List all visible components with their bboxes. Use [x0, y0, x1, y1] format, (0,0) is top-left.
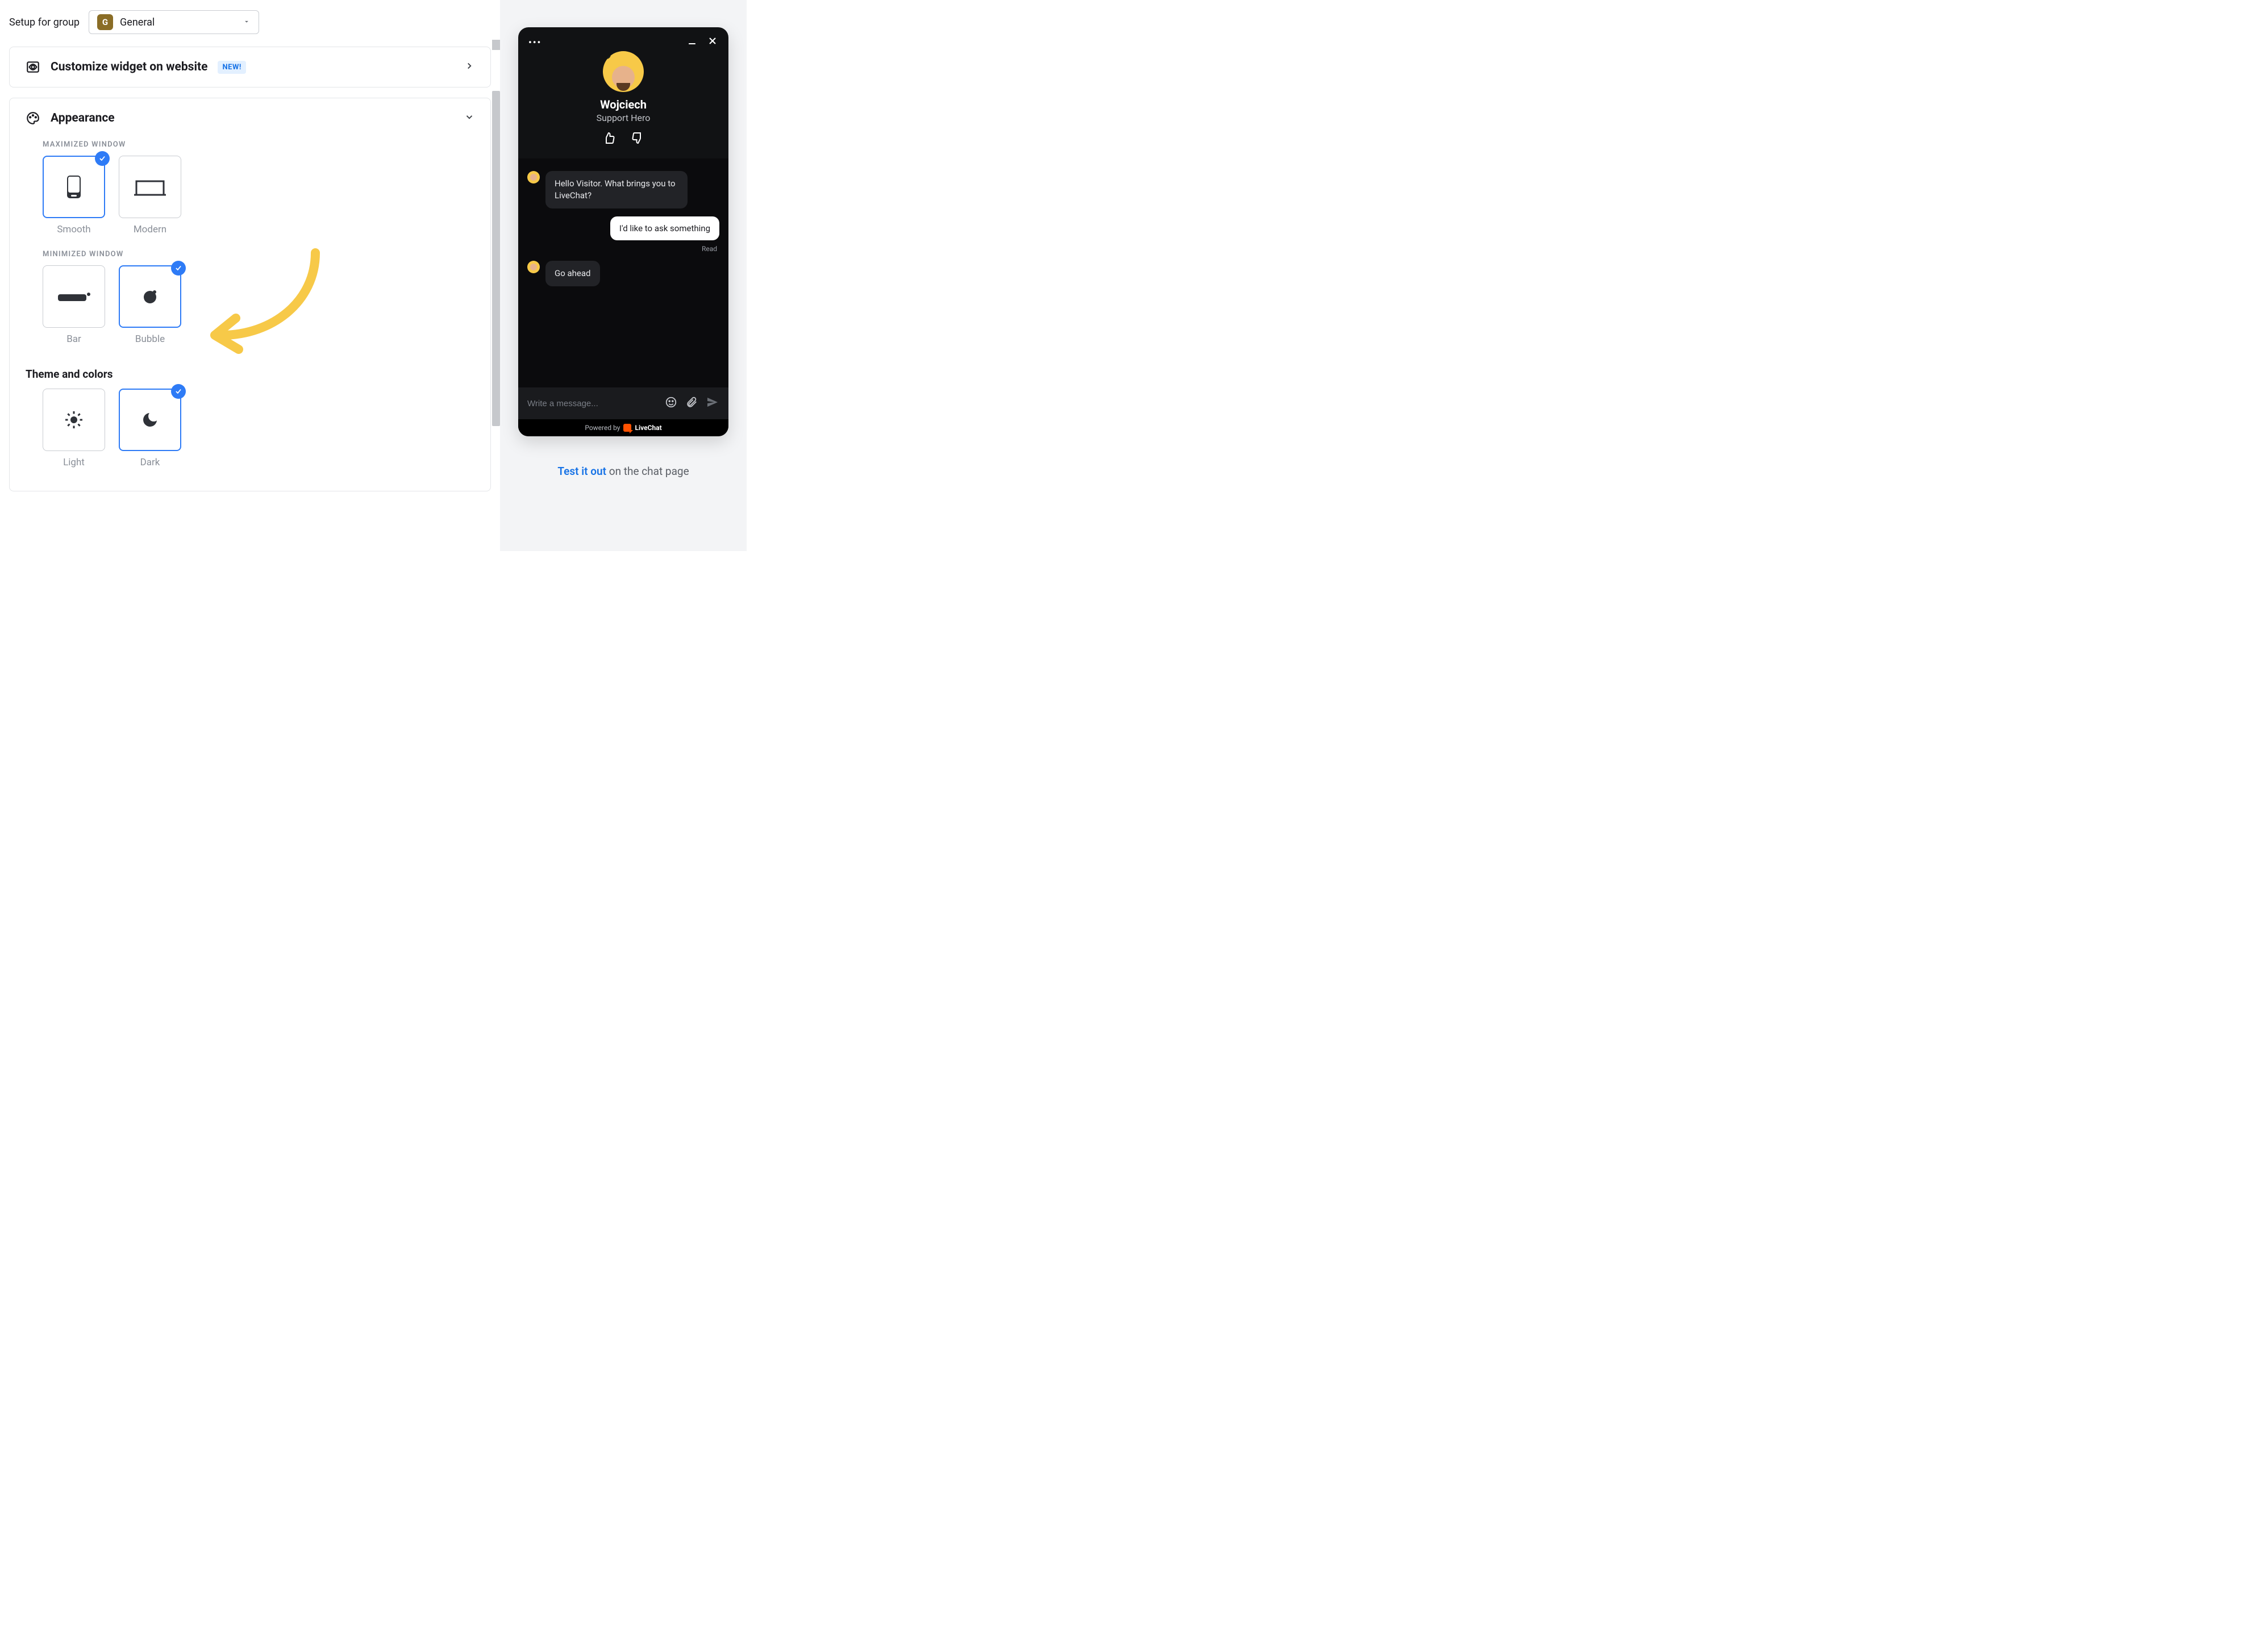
option-light[interactable]	[43, 389, 105, 451]
agent-avatar-small	[527, 261, 540, 273]
test-line: Test it out on the chat page	[557, 465, 689, 478]
group-select[interactable]: G General	[89, 10, 259, 34]
more-icon[interactable]: •••	[528, 37, 541, 48]
check-icon	[171, 261, 186, 276]
customize-title: Customize widget on website	[51, 60, 207, 74]
message-text: Hello Visitor. What brings you to LiveCh…	[545, 171, 688, 208]
option-smooth-label: Smooth	[57, 224, 90, 235]
minimize-icon[interactable]	[686, 35, 698, 49]
group-name: General	[120, 16, 155, 28]
option-bar[interactable]	[43, 265, 105, 328]
chevron-down-icon	[464, 112, 474, 124]
maximized-options: Smooth Modern	[43, 156, 474, 235]
widget-input-bar	[518, 387, 728, 419]
palette-icon	[26, 111, 40, 126]
close-icon[interactable]	[707, 35, 718, 49]
powered-by-text: Powered by	[585, 424, 620, 432]
appearance-header[interactable]: Appearance	[26, 111, 474, 126]
livechat-logo-icon	[623, 424, 631, 432]
preview-panel: ••• Wojciech Support Hero Hello Visitor.…	[500, 0, 747, 551]
option-smooth[interactable]	[43, 156, 105, 218]
visitor-message: I'd like to ask something	[527, 216, 719, 240]
group-badge: G	[97, 14, 113, 30]
appearance-title: Appearance	[51, 111, 115, 125]
powered-by-brand: LiveChat	[635, 424, 661, 432]
agent-message: Hello Visitor. What brings you to LiveCh…	[527, 171, 719, 208]
thumbs-up-icon[interactable]	[602, 131, 616, 147]
emoji-icon[interactable]	[665, 396, 677, 411]
check-icon	[95, 151, 110, 166]
widget-footer: Powered by LiveChat	[518, 419, 728, 436]
message-text: I'd like to ask something	[610, 216, 719, 240]
option-modern[interactable]	[119, 156, 181, 218]
caret-down-icon	[243, 17, 251, 28]
test-rest-text: on the chat page	[606, 465, 689, 478]
maximized-label: MAXIMIZED WINDOW	[43, 140, 474, 149]
minimized-options: Bar Bubble	[43, 265, 474, 345]
attachment-icon[interactable]	[685, 396, 698, 411]
message-input[interactable]	[527, 399, 657, 408]
option-bubble[interactable]	[119, 265, 181, 328]
theme-title: Theme and colors	[26, 368, 474, 381]
option-light-label: Light	[63, 457, 85, 468]
send-icon[interactable]	[706, 395, 719, 411]
option-modern-label: Modern	[134, 224, 166, 235]
test-it-out-link[interactable]: Test it out	[557, 465, 606, 478]
agent-name: Wojciech	[600, 98, 647, 111]
customize-card[interactable]: Customize widget on website NEW!	[9, 47, 491, 87]
setup-row: Setup for group G General	[9, 10, 491, 34]
message-text: Go ahead	[545, 261, 600, 286]
option-bubble-label: Bubble	[135, 333, 165, 345]
agent-avatar	[603, 51, 644, 92]
scrollbar[interactable]	[492, 40, 500, 551]
settings-panel: Setup for group G General Customize widg…	[0, 0, 500, 551]
chevron-right-icon	[464, 61, 474, 73]
theme-options: Light Dark	[43, 389, 474, 468]
agent-message: Go ahead	[527, 261, 719, 286]
eye-box-icon	[26, 60, 40, 74]
option-dark[interactable]	[119, 389, 181, 451]
agent-role: Support Hero	[597, 112, 651, 123]
widget-body: Hello Visitor. What brings you to LiveCh…	[518, 158, 728, 387]
read-status: Read	[527, 245, 719, 253]
agent-avatar-small	[527, 171, 540, 183]
check-icon	[171, 384, 186, 399]
option-dark-label: Dark	[140, 457, 160, 468]
widget-header: Wojciech Support Hero	[518, 49, 728, 158]
chat-widget-preview: ••• Wojciech Support Hero Hello Visitor.…	[518, 27, 728, 436]
option-bar-label: Bar	[66, 333, 81, 345]
thumbs-down-icon[interactable]	[631, 131, 644, 147]
appearance-card: Appearance MAXIMIZED WINDOW Smooth Moder…	[9, 98, 491, 491]
new-badge: NEW!	[218, 61, 245, 74]
setup-label: Setup for group	[9, 16, 80, 28]
minimized-label: MINIMIZED WINDOW	[43, 250, 474, 258]
